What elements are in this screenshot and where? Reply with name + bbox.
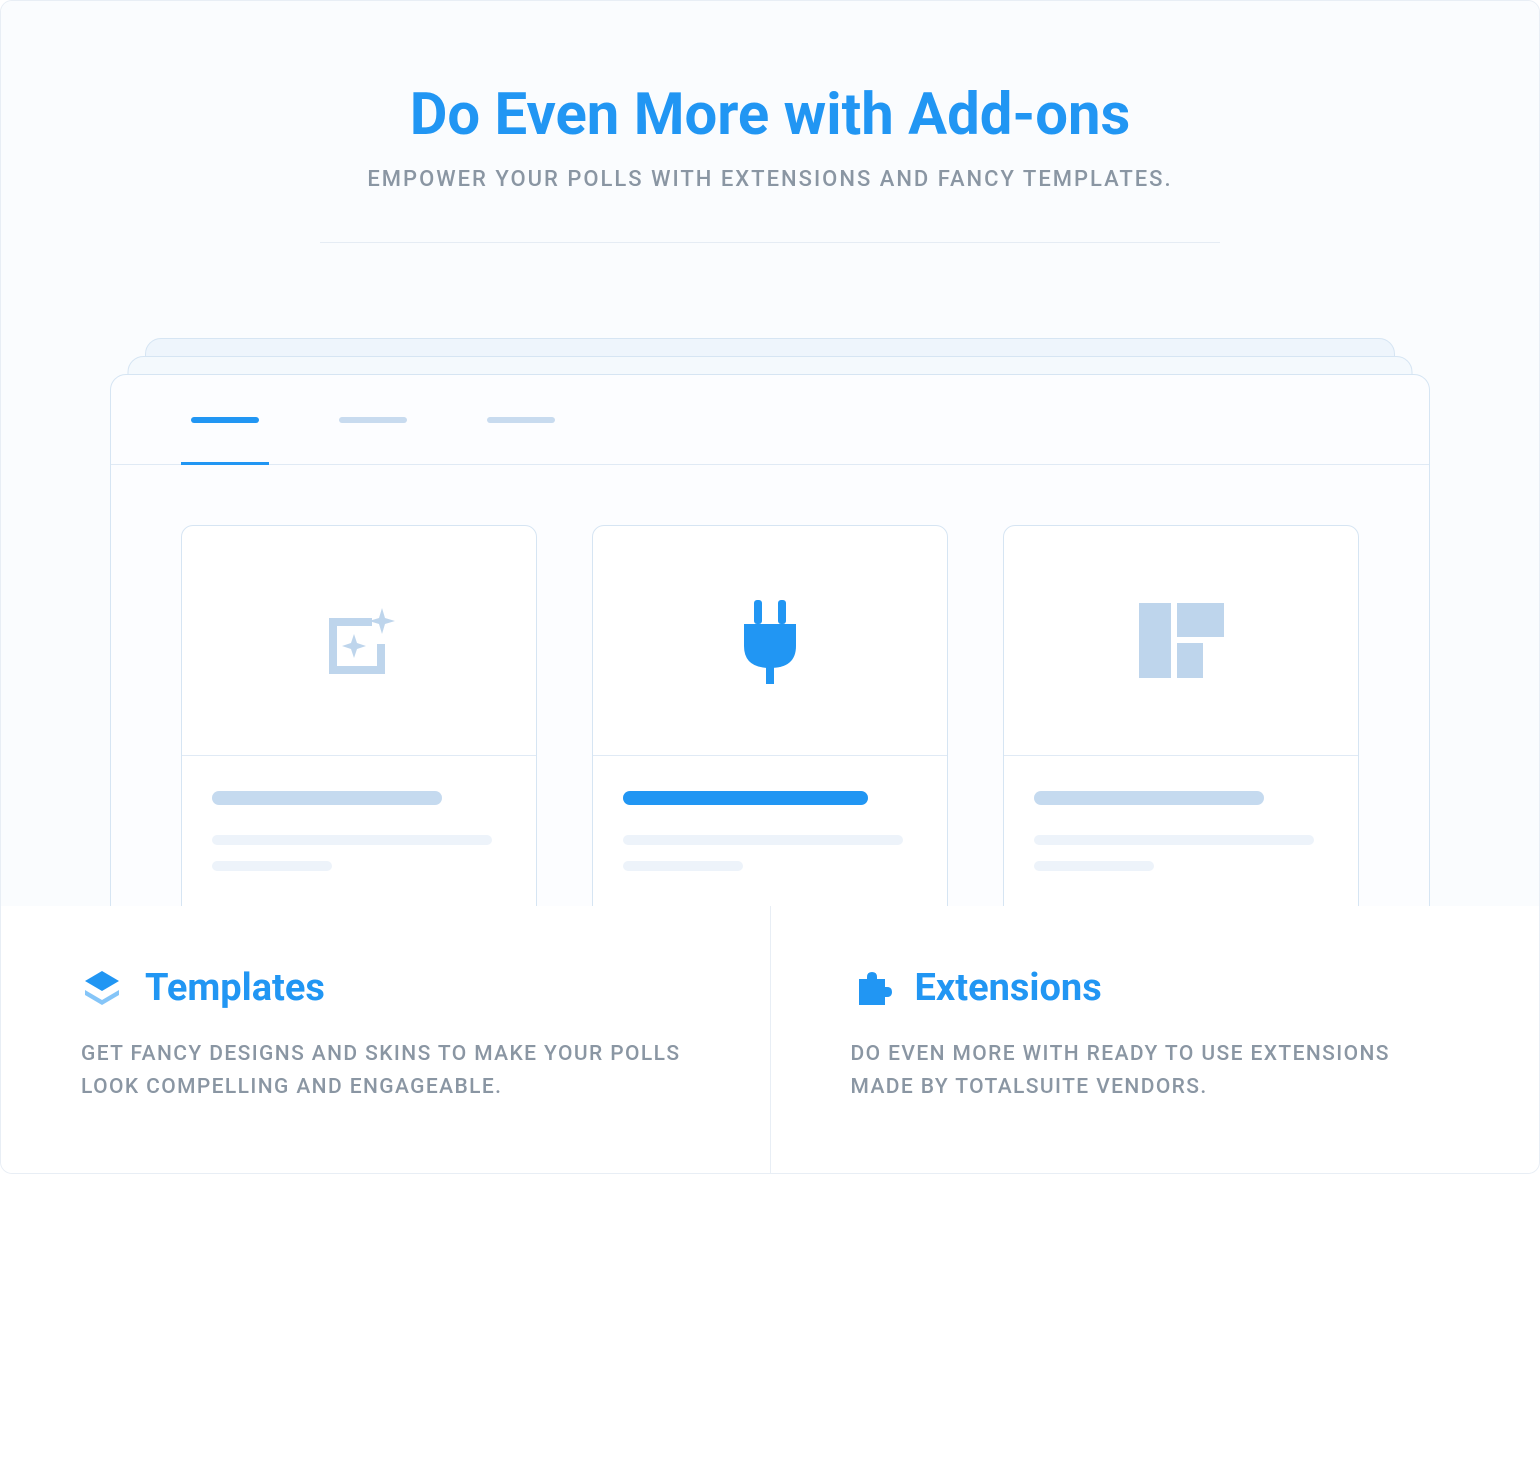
feature-description: DO EVEN MORE WITH READY TO USE EXTENSION… xyxy=(851,1038,1460,1103)
feature-header: Extensions xyxy=(851,966,1460,1010)
browser-content xyxy=(111,465,1429,906)
tab-underline xyxy=(181,462,269,465)
tab-indicator xyxy=(487,417,555,423)
card-text-placeholder xyxy=(212,861,332,871)
feature-description: GET FANCY DESIGNS AND SKINS TO MAKE YOUR… xyxy=(81,1038,690,1103)
tab-indicator-active xyxy=(191,417,259,423)
card-text-placeholder xyxy=(623,861,743,871)
addon-card xyxy=(1003,525,1359,906)
card-icon-area xyxy=(182,526,536,756)
divider xyxy=(320,242,1220,243)
browser-tabs xyxy=(111,375,1429,465)
hero-subtitle: EMPOWER YOUR POLLS WITH EXTENSIONS AND F… xyxy=(41,167,1499,192)
card-body xyxy=(1004,756,1358,906)
feature-header: Templates xyxy=(81,966,690,1010)
card-text-placeholder xyxy=(1034,861,1154,871)
card-body xyxy=(182,756,536,906)
browser-window xyxy=(110,374,1430,906)
feature-title: Extensions xyxy=(915,966,1102,1010)
addon-card-highlighted xyxy=(592,525,948,906)
hero-title: Do Even More with Add-ons xyxy=(41,81,1499,149)
puzzle-icon xyxy=(851,967,893,1009)
feature-templates: Templates GET FANCY DESIGNS AND SKINS TO… xyxy=(1,906,771,1173)
sparkle-icon xyxy=(314,596,404,686)
plug-icon xyxy=(730,596,810,686)
card-icon-area xyxy=(1004,526,1358,756)
card-icon-area xyxy=(593,526,947,756)
card-text-placeholder xyxy=(623,835,903,845)
addon-card xyxy=(181,525,537,906)
feature-title: Templates xyxy=(145,966,325,1010)
card-body xyxy=(593,756,947,906)
tab-active xyxy=(191,375,259,465)
card-title-placeholder xyxy=(212,791,442,805)
feature-row: Templates GET FANCY DESIGNS AND SKINS TO… xyxy=(1,906,1539,1173)
tab-indicator xyxy=(339,417,407,423)
feature-extensions: Extensions DO EVEN MORE WITH READY TO US… xyxy=(771,906,1540,1173)
layers-icon xyxy=(81,967,123,1009)
card-title-placeholder xyxy=(1034,791,1264,805)
grid-icon xyxy=(1139,603,1224,678)
card-title-placeholder xyxy=(623,791,868,805)
browser-illustration xyxy=(110,338,1430,906)
main-container: Do Even More with Add-ons EMPOWER YOUR P… xyxy=(0,0,1540,1174)
hero-section: Do Even More with Add-ons EMPOWER YOUR P… xyxy=(1,1,1539,906)
card-text-placeholder xyxy=(1034,835,1314,845)
card-text-placeholder xyxy=(212,835,492,845)
